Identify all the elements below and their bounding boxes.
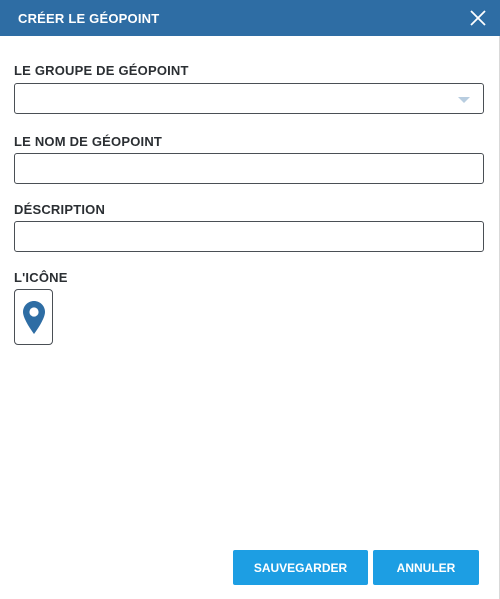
dialog-title: CRÉER LE GÉOPOINT — [18, 11, 160, 26]
cancel-button[interactable]: ANNULER — [373, 550, 479, 585]
close-button[interactable] — [468, 8, 488, 28]
name-label: LE NOM DE GÉOPOINT — [14, 134, 163, 149]
description-label: DÉSCRIPTION — [14, 202, 106, 217]
name-input[interactable] — [15, 154, 483, 183]
description-field[interactable] — [14, 221, 484, 252]
map-pin-icon — [23, 301, 45, 334]
close-icon — [470, 10, 486, 26]
description-input[interactable] — [15, 222, 483, 251]
save-button[interactable]: SAUVEGARDER — [233, 550, 368, 585]
icon-label: L'ICÔNE — [14, 270, 68, 285]
dropdown-caret-icon — [458, 97, 470, 103]
icon-picker[interactable] — [14, 289, 53, 345]
group-select[interactable] — [14, 83, 484, 114]
create-geopoint-dialog: CRÉER LE GÉOPOINT LE GROUPE DE GÉOPOINT … — [0, 0, 500, 599]
dialog-header: CRÉER LE GÉOPOINT — [0, 0, 500, 36]
group-label: LE GROUPE DE GÉOPOINT — [14, 63, 189, 78]
group-select-value[interactable] — [15, 84, 483, 113]
name-field[interactable] — [14, 153, 484, 184]
